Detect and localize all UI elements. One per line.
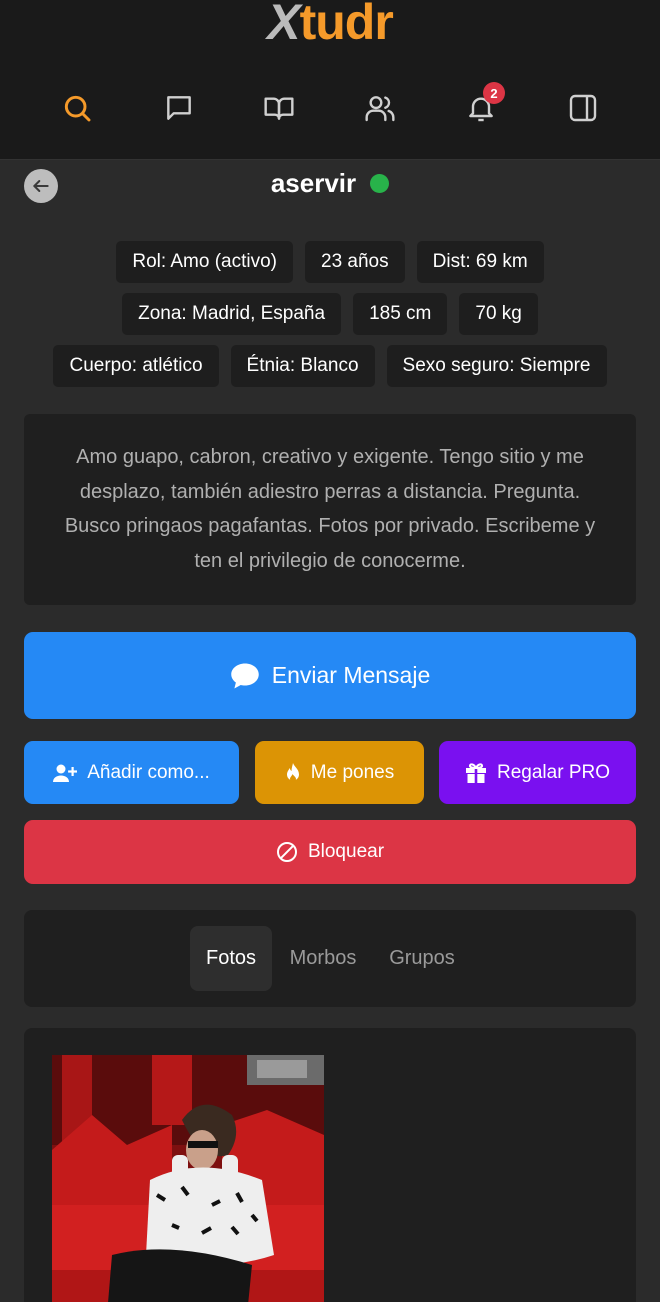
profile-tabs: Fotos Morbos Grupos	[24, 910, 636, 1007]
nav-users[interactable]	[356, 84, 404, 132]
tag-row-3: Cuerpo: atlético Étnia: Blanco Sexo segu…	[0, 345, 660, 387]
tag-ethnicity: Étnia: Blanco	[230, 345, 375, 387]
tag-weight: 70 kg	[459, 293, 538, 335]
top-header: Xtudr 2	[0, 0, 660, 160]
profile-bio: Amo guapo, cabron, creativo y exigente. …	[24, 414, 636, 605]
online-status-dot	[370, 173, 390, 193]
me-pones-label: Me pones	[310, 761, 395, 783]
username: aservir	[270, 168, 357, 198]
photos-panel	[24, 1028, 636, 1302]
gift-icon	[466, 762, 486, 783]
block-label: Bloquear	[307, 841, 385, 862]
chat-icon	[167, 96, 191, 120]
nav-sidebar[interactable]	[559, 84, 607, 132]
send-message-button[interactable]: Enviar Mensaje	[24, 632, 636, 719]
app-logo[interactable]: Xtudr	[0, 0, 660, 50]
photo-image	[52, 1055, 324, 1302]
tag-role: Rol: Amo (activo)	[116, 241, 293, 283]
logo-text: tudr	[299, 0, 394, 50]
chat-bubble-icon	[230, 663, 259, 688]
notification-badge: 2	[483, 82, 505, 104]
nav-messages[interactable]	[155, 84, 203, 132]
search-icon	[64, 95, 91, 122]
tab-morbos[interactable]: Morbos	[280, 926, 366, 991]
nav-notifications[interactable]: 2	[457, 82, 505, 132]
nav-stories[interactable]	[255, 84, 303, 132]
tab-photos[interactable]: Fotos	[190, 926, 272, 991]
tag-height: 185 cm	[353, 293, 448, 335]
user-plus-icon	[53, 764, 78, 782]
users-icon	[365, 96, 395, 122]
nav-search[interactable]	[53, 84, 101, 132]
tag-row-2: Zona: Madrid, España 185 cm 70 kg	[0, 293, 660, 335]
tag-body: Cuerpo: atlético	[53, 345, 219, 387]
tag-row-1: Rol: Amo (activo) 23 años Dist: 69 km	[0, 241, 660, 283]
profile-photo[interactable]	[52, 1055, 324, 1302]
tag-safe-sex: Sexo seguro: Siempre	[386, 345, 607, 387]
gift-pro-button[interactable]: Regalar PRO	[439, 741, 636, 804]
block-button[interactable]: Bloquear	[24, 820, 636, 884]
me-pones-button[interactable]: Me pones	[255, 741, 424, 804]
fire-icon	[286, 762, 299, 782]
tag-distance: Dist: 69 km	[416, 241, 544, 283]
tag-zone: Zona: Madrid, España	[122, 293, 342, 335]
logo-x: X	[267, 0, 300, 50]
main-nav: 2	[0, 82, 660, 132]
ban-icon	[276, 842, 297, 862]
add-as-button[interactable]: Añadir como...	[24, 741, 239, 804]
send-message-label: Enviar Mensaje	[271, 662, 431, 688]
sidebar-icon	[569, 94, 597, 122]
profile-title: aservir	[0, 166, 660, 200]
tag-age: 23 años	[305, 241, 405, 283]
tab-groups[interactable]: Grupos	[380, 926, 464, 991]
book-open-icon	[264, 97, 294, 120]
add-as-label: Añadir como...	[87, 761, 210, 783]
gift-pro-label: Regalar PRO	[497, 761, 610, 783]
